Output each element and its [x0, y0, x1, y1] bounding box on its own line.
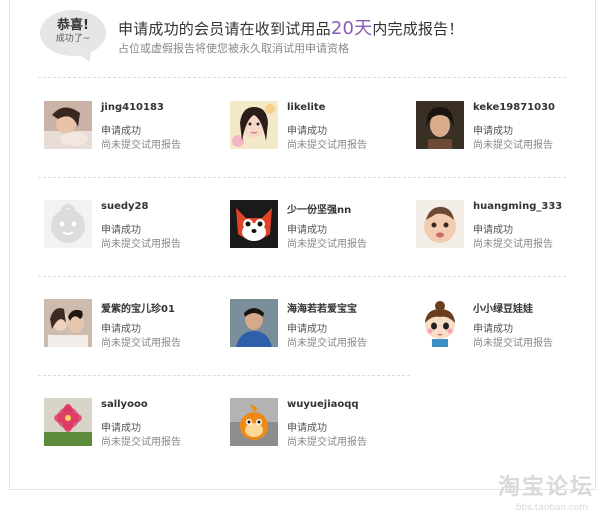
report-status: 尚未提交试用报告 [287, 437, 367, 448]
member-avatar[interactable] [416, 299, 464, 347]
member-name[interactable]: 小小绿豆娃娃 [473, 300, 533, 315]
member-avatar[interactable] [416, 200, 464, 248]
forum-watermark: 淘宝论坛 [497, 475, 594, 500]
application-status: 申请成功 [101, 423, 141, 434]
row-divider [38, 177, 566, 178]
photo-man-blue-icon [230, 299, 278, 347]
report-status: 尚未提交试用报告 [101, 437, 181, 448]
member-card: sallyooo 申请成功 尚未提交试用报告 [44, 398, 224, 458]
member-avatar[interactable] [44, 200, 92, 248]
member-card: likelite 申请成功 尚未提交试用报告 [230, 101, 410, 161]
headline-deadline: 20天 [330, 18, 373, 39]
row-divider [38, 276, 566, 277]
headline-text: 申请成功的会员请在收到试用品 [118, 20, 331, 38]
member-name[interactable]: keke19871030 [473, 102, 555, 113]
member-name[interactable]: sallyooo [101, 399, 148, 410]
photo-baby-icon [416, 200, 464, 248]
member-avatar[interactable] [230, 398, 278, 446]
member-name[interactable]: huangming_333 [473, 201, 562, 212]
report-status: 尚未提交试用报告 [101, 338, 181, 349]
page-header: 恭喜! 成功了~ 申请成功的会员请在收到试用品20天内完成报告！ 占位或虚假报告… [40, 8, 580, 68]
row-divider [38, 375, 410, 376]
report-status: 尚未提交试用报告 [287, 140, 367, 151]
application-status: 申请成功 [101, 225, 141, 236]
member-name[interactable]: 爱紫的宝儿珍01 [101, 300, 175, 315]
member-name[interactable]: suedy28 [101, 201, 148, 212]
photo-girl-flowers-icon [230, 101, 278, 149]
photo-couple-icon [44, 299, 92, 347]
member-card: jing410183 申请成功 尚未提交试用报告 [44, 101, 224, 161]
application-status: 申请成功 [473, 225, 513, 236]
application-status: 申请成功 [101, 126, 141, 137]
member-avatar[interactable] [230, 299, 278, 347]
application-status: 申请成功 [287, 225, 327, 236]
page-subtitle: 占位或虚假报告将使您被永久取消试用申请资格 [118, 42, 349, 55]
application-status: 申请成功 [101, 324, 141, 335]
member-card: 少一份坚强nn 申请成功 尚未提交试用报告 [230, 200, 410, 260]
photo-pink-flower-icon [44, 398, 92, 446]
member-card: huangming_333 申请成功 尚未提交试用报告 [416, 200, 596, 260]
badge-subtitle: 成功了~ [55, 34, 91, 44]
row-divider [38, 77, 566, 78]
cartoon-fox-icon [230, 200, 278, 248]
member-card: 爱紫的宝儿珍01 申请成功 尚未提交试用报告 [44, 299, 224, 359]
member-name[interactable]: jing410183 [101, 102, 164, 113]
member-card: keke19871030 申请成功 尚未提交试用报告 [416, 101, 596, 161]
forum-watermark-url: bbs.taobao.com [515, 503, 588, 513]
member-name[interactable]: wuyuejiaoqq [287, 399, 359, 410]
headline-suffix: 内完成报告！ [372, 20, 464, 38]
member-name[interactable]: 少一份坚强nn [287, 201, 351, 216]
member-card: suedy28 申请成功 尚未提交试用报告 [44, 200, 224, 260]
member-avatar[interactable] [230, 200, 278, 248]
application-status: 申请成功 [287, 126, 327, 137]
member-avatar[interactable] [44, 101, 92, 149]
report-status: 尚未提交试用报告 [287, 338, 367, 349]
badge-title: 恭喜! [57, 18, 89, 33]
application-status: 申请成功 [287, 423, 327, 434]
default-avatar-face-icon [44, 200, 92, 248]
member-card: 小小绿豆娃娃 申请成功 尚未提交试用报告 [416, 299, 596, 359]
application-status: 申请成功 [473, 324, 513, 335]
member-name[interactable]: 海海若若爱宝宝 [287, 300, 357, 315]
page-headline: 申请成功的会员请在收到试用品20天内完成报告！ [118, 14, 464, 40]
member-card: 海海若若爱宝宝 申请成功 尚未提交试用报告 [230, 299, 410, 359]
member-avatar[interactable] [44, 299, 92, 347]
report-status: 尚未提交试用报告 [473, 338, 553, 349]
congrats-badge: 恭喜! 成功了~ [40, 10, 106, 56]
member-name[interactable]: likelite [287, 102, 325, 113]
report-status: 尚未提交试用报告 [473, 140, 553, 151]
photo-woman-dark-icon [416, 101, 464, 149]
report-status: 尚未提交试用报告 [287, 239, 367, 250]
application-status: 申请成功 [287, 324, 327, 335]
cartoon-orange-character-icon [230, 398, 278, 446]
photo-woman-bed-icon [44, 101, 92, 149]
cartoon-doll-icon [416, 299, 464, 347]
member-avatar[interactable] [230, 101, 278, 149]
member-avatar[interactable] [416, 101, 464, 149]
report-status: 尚未提交试用报告 [473, 239, 553, 250]
member-avatar[interactable] [44, 398, 92, 446]
application-status: 申请成功 [473, 126, 513, 137]
report-status: 尚未提交试用报告 [101, 239, 181, 250]
report-status: 尚未提交试用报告 [101, 140, 181, 151]
member-card: wuyuejiaoqq 申请成功 尚未提交试用报告 [230, 398, 410, 458]
